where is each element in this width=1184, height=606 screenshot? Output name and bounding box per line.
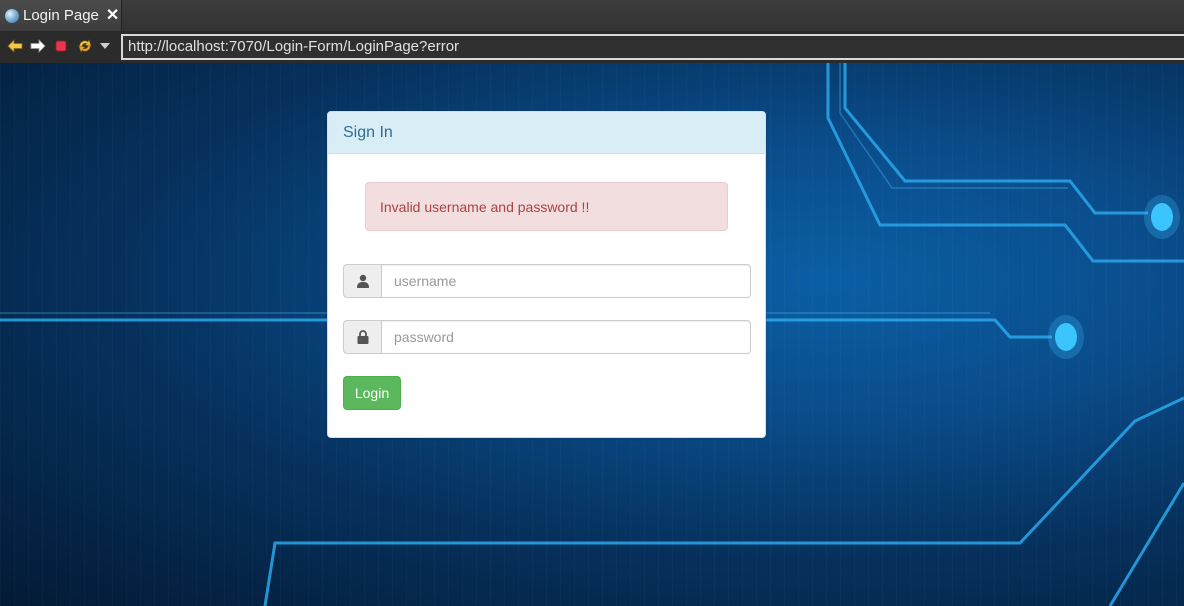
browser-tab-bar: Login Page ✕ <box>0 0 1184 31</box>
username-input[interactable] <box>381 264 751 298</box>
browser-nav-bar: http://localhost:7070/Login-Form/LoginPa… <box>0 31 1184 63</box>
password-input[interactable] <box>381 320 751 354</box>
password-group <box>343 320 751 354</box>
tab-login-page[interactable]: Login Page ✕ <box>0 0 122 31</box>
page-background: Sign In Invalid username and password !!… <box>0 63 1184 606</box>
refresh-icon[interactable] <box>76 37 94 55</box>
address-bar[interactable]: http://localhost:7070/Login-Form/LoginPa… <box>121 34 1184 60</box>
panel-title: Sign In <box>328 112 765 154</box>
login-button[interactable]: Login <box>343 376 401 410</box>
login-panel: Sign In Invalid username and password !!… <box>327 111 766 438</box>
forward-arrow-icon[interactable] <box>29 37 47 55</box>
chevron-down-icon[interactable] <box>96 37 114 55</box>
lock-icon <box>343 320 381 354</box>
error-alert: Invalid username and password !! <box>365 182 728 231</box>
tab-title: Login Page <box>23 7 99 24</box>
tab-close-icon[interactable]: ✕ <box>106 7 119 24</box>
back-arrow-icon[interactable] <box>6 37 24 55</box>
user-icon <box>343 264 381 298</box>
username-group <box>343 264 751 298</box>
stop-icon[interactable] <box>52 37 70 55</box>
globe-icon <box>5 8 19 23</box>
